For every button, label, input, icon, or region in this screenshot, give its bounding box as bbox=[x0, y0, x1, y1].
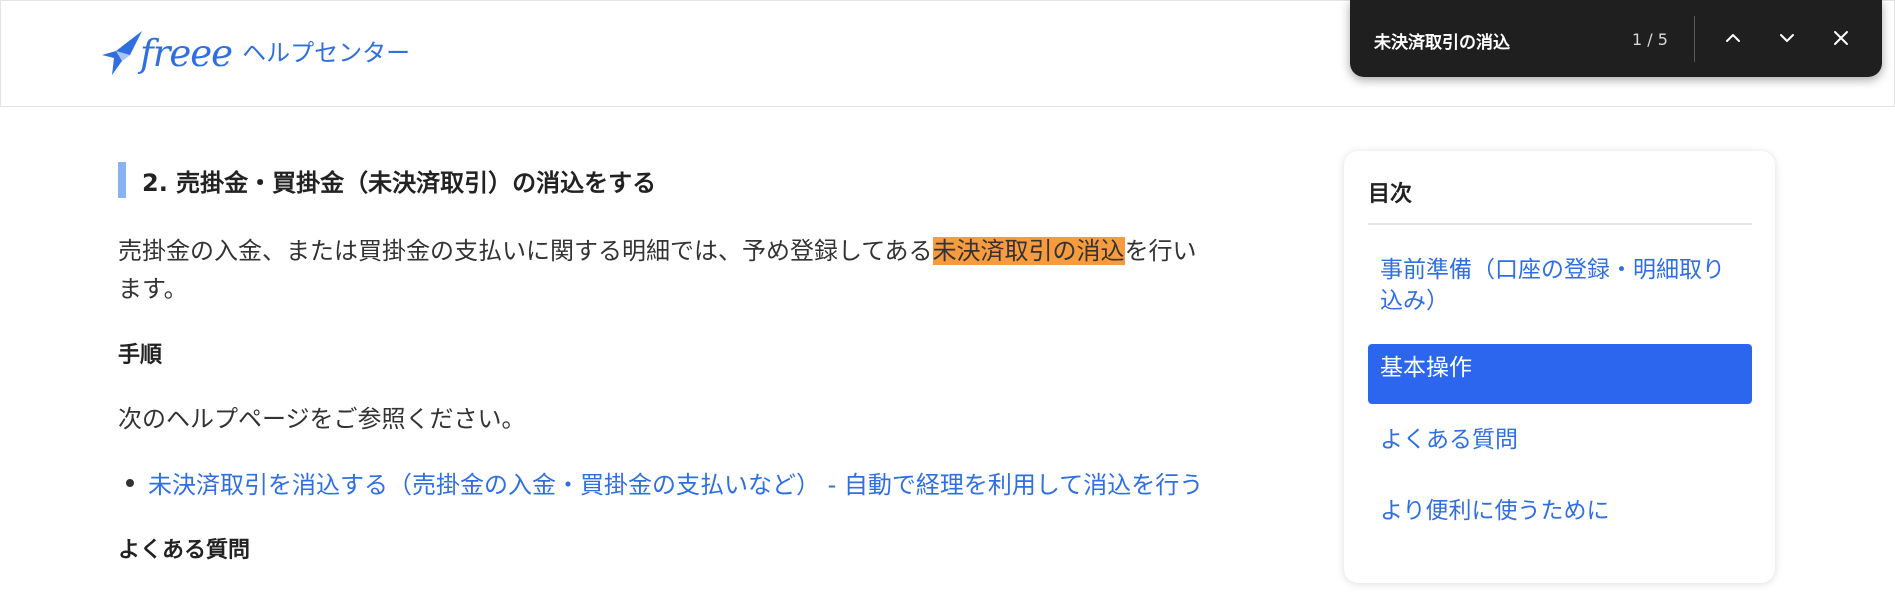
find-next-button[interactable] bbox=[1769, 20, 1805, 56]
table-of-contents: 目次 事前準備（口座の登録・明細取り込み） 基本操作 よくある質問 より便利に使… bbox=[1344, 151, 1775, 583]
help-page-link[interactable]: 未決済取引を消込する（売掛金の入金・買掛金の支払いなど） - 自動で経理を利用し… bbox=[148, 465, 1203, 500]
heading-accent-bar bbox=[118, 162, 126, 198]
toc-item-preparation[interactable]: 事前準備（口座の登録・明細取り込み） bbox=[1368, 255, 1752, 317]
list-item: 未決済取引を消込する（売掛金の入金・買掛金の支払いなど） - 自動で経理を利用し… bbox=[118, 465, 1203, 500]
find-bar-divider bbox=[1694, 16, 1695, 62]
search-highlight: 未決済取引の消込 bbox=[932, 237, 1125, 265]
toc-title: 目次 bbox=[1368, 182, 1413, 207]
toc-divider bbox=[1368, 223, 1752, 225]
section-heading: 2. 売掛金・買掛金（未決済取引）の消込をする bbox=[118, 162, 656, 198]
bird-logo-icon bbox=[102, 31, 142, 75]
close-icon bbox=[1834, 31, 1848, 45]
find-previous-button[interactable] bbox=[1715, 20, 1751, 56]
intro-paragraph: 売掛金の入金、または買掛金の支払いに関する明細では、予め登録してある未決済取引の… bbox=[118, 232, 1208, 308]
faq-heading: よくある質問 bbox=[118, 538, 251, 563]
find-match-count: 1 / 5 bbox=[1632, 30, 1668, 49]
chevron-up-icon bbox=[1726, 34, 1740, 42]
section-heading-text: 2. 売掛金・買掛金（未決済取引）の消込をする bbox=[142, 168, 657, 197]
help-link-list: 未決済取引を消込する（売掛金の入金・買掛金の支払いなど） - 自動で経理を利用し… bbox=[118, 465, 1203, 500]
logo-suffix-text: ヘルプセンター bbox=[242, 39, 411, 67]
chevron-down-icon bbox=[1780, 34, 1794, 42]
reference-text: 次のヘルプページをご参照ください。 bbox=[118, 405, 526, 433]
logo-brand-text: freee bbox=[140, 31, 233, 75]
find-in-page-bar: 未決済取引の消込 1 / 5 bbox=[1350, 0, 1882, 77]
toc-item-tips[interactable]: より便利に使うために bbox=[1368, 496, 1752, 527]
freee-help-center-logo[interactable]: freee ヘルプセンター bbox=[98, 25, 410, 81]
find-query-text[interactable]: 未決済取引の消込 bbox=[1374, 28, 1510, 53]
find-close-button[interactable] bbox=[1823, 20, 1859, 56]
toc-item-faq[interactable]: よくある質問 bbox=[1368, 425, 1752, 456]
steps-heading: 手順 bbox=[118, 343, 163, 368]
toc-item-basic-operations[interactable]: 基本操作 bbox=[1368, 344, 1752, 404]
paragraph-text-before: 売掛金の入金、または買掛金の支払いに関する明細では、予め登録してある bbox=[118, 237, 933, 265]
bullet-icon bbox=[126, 478, 134, 487]
